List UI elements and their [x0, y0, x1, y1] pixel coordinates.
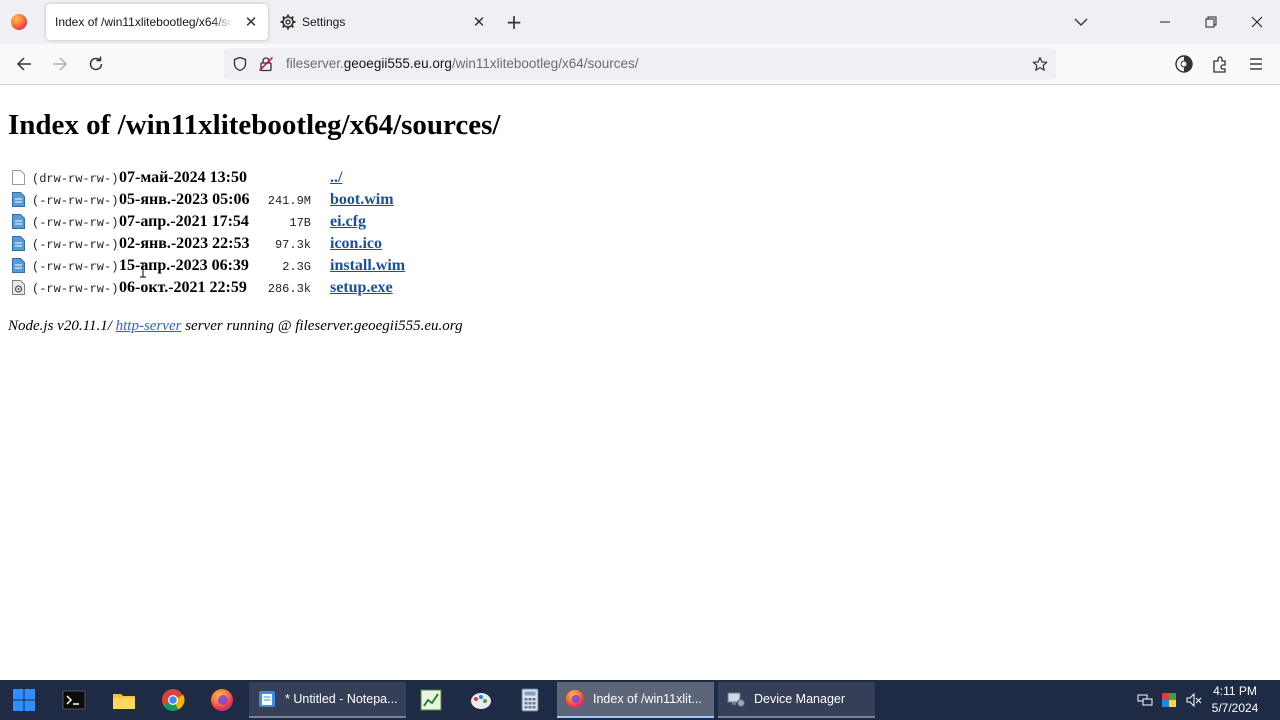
navigation-toolbar: fileserver.geoegii555.eu.org/win11xliteb… — [0, 44, 1280, 85]
tab-settings[interactable]: Settings ✕ — [274, 4, 496, 40]
file-link-install-wim[interactable]: install.wim — [330, 257, 405, 275]
file-size: 2.3G — [282, 260, 311, 274]
http-server-link[interactable]: http-server — [116, 318, 182, 334]
file-icon — [12, 258, 25, 273]
url-host: geoegii555.eu.org — [343, 56, 452, 71]
file-explorer-icon[interactable] — [112, 688, 136, 712]
device-manager-icon — [727, 692, 745, 707]
list-all-tabs-chevron-icon[interactable] — [1073, 14, 1089, 30]
permissions: (-rw-rw-rw-) — [32, 238, 119, 252]
firefox-icon[interactable] — [210, 688, 234, 712]
tracking-protection-shield-icon[interactable] — [232, 56, 248, 72]
modified-date: 07-май-2024 13:50 — [119, 169, 247, 186]
modified-date: 07-апр.-2021 17:54 — [119, 213, 249, 230]
url-subdomain: fileserver. — [286, 56, 344, 71]
permissions: (-rw-rw-rw-) — [32, 282, 119, 296]
insecure-lock-icon[interactable] — [258, 56, 274, 72]
minimize-icon[interactable] — [1155, 12, 1175, 32]
file-size: 97.3k — [274, 238, 311, 252]
calculator-icon[interactable] — [518, 688, 542, 712]
taskbar-app-notepad[interactable]: * Untitled - Notepa... — [249, 682, 406, 718]
hamburger-menu-icon[interactable] — [1246, 54, 1266, 74]
modified-date: 05-янв.-2023 05:06 — [119, 191, 250, 208]
taskbar-app-label: Index of /win11xlit... — [593, 692, 702, 706]
volume-muted-icon[interactable] — [1186, 692, 1202, 708]
new-tab-button[interactable]: + — [504, 10, 524, 34]
windows-start-icon[interactable] — [12, 688, 36, 712]
spreadsheet-app-icon[interactable] — [419, 688, 443, 712]
reload-icon[interactable] — [86, 54, 106, 74]
exe-icon — [12, 280, 25, 295]
restore-icon[interactable] — [1201, 12, 1221, 32]
close-window-icon[interactable] — [1247, 12, 1267, 32]
file-link-icon-ico[interactable]: icon.ico — [330, 235, 382, 253]
tab-title: Settings — [302, 15, 346, 29]
modified-date: 02-янв.-2023 22:53 — [119, 235, 250, 252]
address-bar[interactable]: fileserver.geoegii555.eu.org/win11xliteb… — [224, 48, 1056, 80]
file-size: 17B — [289, 216, 311, 230]
url-text: fileserver.geoegii555.eu.org/win11xliteb… — [286, 56, 638, 71]
account-sync-icon[interactable] — [1174, 54, 1194, 74]
server-footer: Node.js v20.11.1/ http-server server run… — [8, 318, 463, 335]
tab-title: Index of /win11xlitebootleg/x64/sources/ — [55, 15, 233, 29]
color-app-tray-icon[interactable] — [1161, 692, 1177, 708]
clock-date: 5/7/2024 — [1211, 701, 1259, 715]
paint-app-icon[interactable] — [469, 688, 493, 712]
taskbar-app-firefox[interactable]: Index of /win11xlit... — [557, 682, 714, 718]
terminal-icon[interactable] — [62, 688, 86, 712]
modified-date: 06-окт.-2021 22:59 — [119, 279, 247, 296]
file-icon — [12, 214, 25, 229]
tab-strip: Index of /win11xlitebootleg/x64/sources/… — [0, 0, 1280, 44]
firefox-logo-icon[interactable] — [11, 14, 27, 30]
notepad-icon — [259, 691, 275, 707]
close-tab-icon[interactable]: ✕ — [242, 13, 260, 31]
permissions: (-rw-rw-rw-) — [32, 216, 119, 230]
file-size: 241.9M — [267, 194, 311, 208]
file-link-parent[interactable]: ../ — [330, 169, 342, 187]
tab-index-of-sources[interactable]: Index of /win11xlitebootleg/x64/sources/… — [46, 4, 268, 40]
file-link-ei-cfg[interactable]: ei.cfg — [330, 213, 366, 231]
folder-up-icon — [12, 170, 25, 185]
footer-server-text: server running @ fileserver.geoegii555.e… — [181, 318, 463, 334]
taskbar-app-label: * Untitled - Notepa... — [285, 692, 398, 706]
taskbar: * Untitled - Notepa... Index of /win11xl… — [0, 680, 1280, 720]
close-tab-icon[interactable]: ✕ — [470, 13, 488, 31]
page-title: Index of /win11xlitebootleg/x64/sources/ — [8, 109, 501, 141]
taskbar-app-device-manager[interactable]: Device Manager — [718, 682, 875, 718]
taskbar-app-label: Device Manager — [754, 692, 846, 706]
permissions: (-rw-rw-rw-) — [32, 194, 119, 208]
modified-date: 15-апр.-2023 06:39 — [119, 257, 249, 274]
file-link-setup-exe[interactable]: setup.exe — [330, 279, 393, 297]
firefox-icon — [565, 689, 585, 709]
file-size: 286.3k — [267, 282, 311, 296]
permissions: (-rw-rw-rw-) — [32, 260, 119, 274]
gear-icon — [280, 14, 296, 30]
network-icon[interactable] — [1137, 692, 1153, 708]
url-path: /win11xlitebootleg/x64/sources/ — [451, 56, 639, 71]
chrome-icon[interactable] — [161, 688, 185, 712]
clock-time: 4:11 PM — [1213, 684, 1257, 698]
taskbar-clock[interactable]: 4:11 PM 5/7/2024 — [1204, 683, 1266, 717]
forward-arrow-icon[interactable] — [50, 54, 70, 74]
back-arrow-icon[interactable] — [14, 54, 34, 74]
file-icon — [12, 192, 25, 207]
page-content: Index of /win11xlitebootleg/x64/sources/… — [0, 85, 1280, 680]
extensions-puzzle-icon[interactable] — [1210, 54, 1230, 74]
permissions: (drw-rw-rw-) — [32, 172, 119, 186]
text-cursor-icon — [140, 262, 146, 278]
file-icon — [12, 236, 25, 251]
file-link-boot-wim[interactable]: boot.wim — [330, 191, 394, 209]
bookmark-star-icon[interactable] — [1032, 56, 1048, 72]
footer-node-version: Node.js v20.11.1/ — [8, 318, 116, 334]
